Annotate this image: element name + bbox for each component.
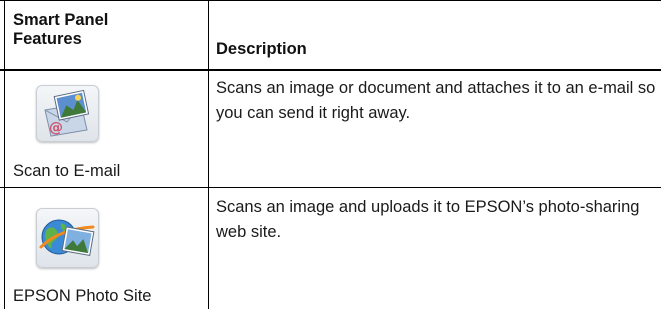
description-scan-to-email: Scans an image or document and attaches …	[216, 79, 656, 122]
header-line-2: Features	[13, 30, 82, 48]
description-epson-photo-site: Scans an image and uploads it to EPSON’s…	[216, 198, 640, 241]
row-divider	[0, 187, 661, 188]
header-smart-panel-features: Smart Panel Features	[13, 11, 108, 49]
features-table: Smart Panel Features Description @ Scan …	[0, 0, 661, 309]
scan-to-email-icon: @	[36, 85, 99, 142]
header-description: Description	[216, 40, 307, 58]
feature-label-epson-photo-site: EPSON Photo Site	[13, 287, 152, 305]
column-divider	[208, 0, 209, 309]
header-bottom-rule	[0, 69, 661, 71]
feature-label-scan-to-email: Scan to E-mail	[13, 162, 121, 180]
table-left-border	[4, 0, 5, 309]
epson-photo-site-icon	[36, 208, 99, 268]
table-top-rule	[0, 0, 661, 1]
svg-text:@: @	[49, 120, 63, 136]
header-line-1: Smart Panel	[13, 11, 109, 29]
